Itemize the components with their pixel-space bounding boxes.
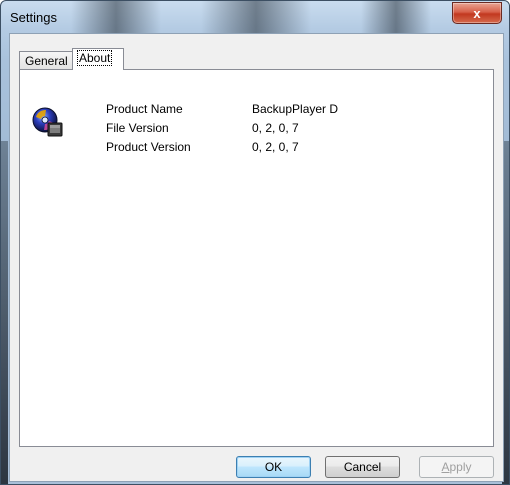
cancel-button-label: Cancel — [343, 460, 382, 474]
apply-button[interactable]: Apply — [419, 456, 494, 478]
frame-left-edge — [1, 141, 8, 484]
apply-button-label: Apply — [441, 460, 471, 474]
tab-general-label: General — [25, 54, 68, 68]
settings-window: Settings x General About Product Name Ba… — [0, 0, 510, 485]
tab-general[interactable]: General — [19, 51, 73, 69]
window-title: Settings — [10, 10, 57, 25]
ok-button-label: OK — [264, 460, 283, 474]
apply-mnemonic: A — [441, 460, 450, 474]
dialog-client-area: General About Product Name BackupPlayer … — [9, 33, 504, 482]
ok-button[interactable]: OK — [236, 456, 311, 478]
frame-reflection — [71, 1, 161, 35]
tab-about-label: About — [76, 50, 113, 66]
apply-rest: pply — [449, 460, 472, 474]
product-name-label: Product Name — [106, 102, 183, 116]
close-button[interactable]: x — [452, 2, 502, 24]
cancel-button[interactable]: Cancel — [325, 456, 400, 478]
media-disc-icon — [32, 107, 63, 137]
tab-about[interactable]: About — [72, 48, 124, 70]
frame-reflection — [361, 1, 431, 35]
close-icon: x — [473, 5, 481, 21]
file-version-label: File Version — [106, 121, 169, 135]
about-panel: Product Name BackupPlayer D File Version… — [19, 69, 494, 447]
product-name-value: BackupPlayer D — [252, 102, 339, 116]
file-version-value: 0, 2, 0, 7 — [252, 121, 299, 135]
frame-reflection — [201, 1, 311, 35]
product-version-label: Product Version — [106, 140, 191, 154]
product-version-value: 0, 2, 0, 7 — [252, 140, 299, 154]
